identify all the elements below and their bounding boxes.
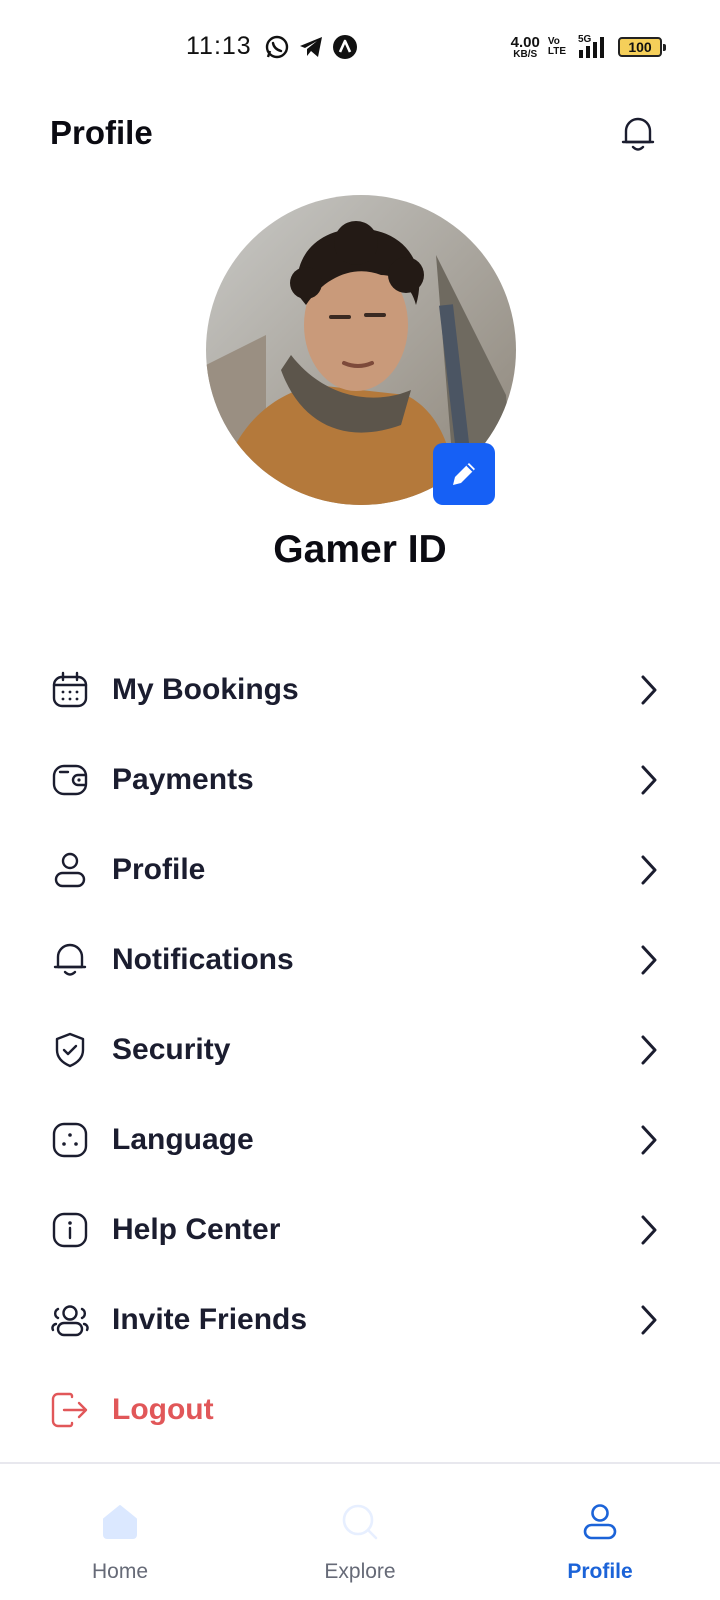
chevron-right-icon (636, 1032, 662, 1068)
chevron-right-icon (636, 762, 662, 798)
status-indicators: 4.00 KB/S Vo LTE 5G 100 (511, 30, 666, 64)
menu-item-language[interactable]: Language (0, 1100, 720, 1180)
home-icon (98, 1500, 142, 1544)
chevron-right-icon (636, 672, 662, 708)
app-a-icon (333, 35, 357, 59)
status-time: 11:13 (186, 32, 252, 60)
bottom-nav: Home Explore Profile (0, 1462, 720, 1600)
profile-screen: 11:13 4.00 KB/S Vo LTE 5G 100 Profile Ga… (0, 0, 720, 1600)
shield-check-icon (50, 1030, 90, 1070)
user-name: Gamer ID (273, 528, 447, 571)
logout-icon (50, 1390, 90, 1430)
nav-explore[interactable]: Explore (240, 1464, 480, 1600)
status-bar: 11:13 4.00 KB/S Vo LTE 5G 100 (0, 0, 720, 96)
info-icon (50, 1210, 90, 1250)
nav-profile-label: Profile (567, 1560, 633, 1583)
menu-item-label: Language (112, 1123, 254, 1156)
pencil-icon (453, 463, 475, 485)
whatsapp-icon (265, 35, 289, 59)
chevron-right-icon (636, 852, 662, 888)
menu-item-my-bookings[interactable]: My Bookings (0, 650, 720, 730)
wallet-icon (50, 760, 90, 800)
network-speed-value: 4.00 (510, 33, 540, 51)
menu-item-label: My Bookings (112, 673, 299, 706)
menu-item-label: Notifications (112, 943, 294, 976)
page-title: Profile (50, 114, 153, 151)
menu-item-notifications[interactable]: Notifications (0, 920, 720, 1000)
user-icon (578, 1500, 622, 1544)
menu-item-payments[interactable]: Payments (0, 740, 720, 820)
nav-home[interactable]: Home (0, 1464, 240, 1600)
calendar-icon (50, 670, 90, 710)
network-speed: 4.00 KB/S (511, 35, 540, 60)
nav-home-label: Home (91, 1560, 149, 1583)
edit-avatar-button[interactable] (433, 443, 495, 505)
menu-item-label: Help Center (112, 1213, 281, 1246)
menu-item-profile[interactable]: Profile (0, 830, 720, 910)
menu-item-label: Payments (112, 763, 254, 796)
search-icon (338, 1500, 382, 1544)
volte-indicator: Vo LTE (548, 37, 566, 57)
bell-icon (621, 117, 655, 151)
notifications-button[interactable] (618, 112, 658, 156)
telegram-icon (300, 37, 322, 57)
menu-item-label: Invite Friends (112, 1303, 308, 1336)
menu-item-label: Profile (112, 853, 206, 886)
logout-label: Logout (112, 1393, 214, 1426)
chevron-right-icon (636, 942, 662, 978)
menu-item-invite-friends[interactable]: Invite Friends (0, 1280, 720, 1360)
battery-icon: 100 (618, 37, 666, 57)
volte-bottom: LTE (547, 46, 566, 57)
battery-level: 100 (628, 39, 652, 55)
chevron-right-icon (636, 1212, 662, 1248)
language-icon (50, 1120, 90, 1160)
logout-button[interactable]: Logout (0, 1370, 720, 1450)
nav-explore-label: Explore (324, 1560, 396, 1583)
chevron-right-icon (636, 1302, 662, 1338)
menu-item-label: Security (112, 1033, 231, 1066)
users-icon (50, 1300, 90, 1340)
menu-item-help-center[interactable]: Help Center (0, 1190, 720, 1270)
chevron-right-icon (636, 1122, 662, 1158)
network-speed-unit: KB/S (513, 48, 538, 60)
user-icon (50, 850, 90, 890)
signal-icon: 5G (574, 34, 610, 60)
bell-icon (50, 940, 90, 980)
menu-item-security[interactable]: Security (0, 1010, 720, 1090)
nav-profile[interactable]: Profile (480, 1464, 720, 1600)
